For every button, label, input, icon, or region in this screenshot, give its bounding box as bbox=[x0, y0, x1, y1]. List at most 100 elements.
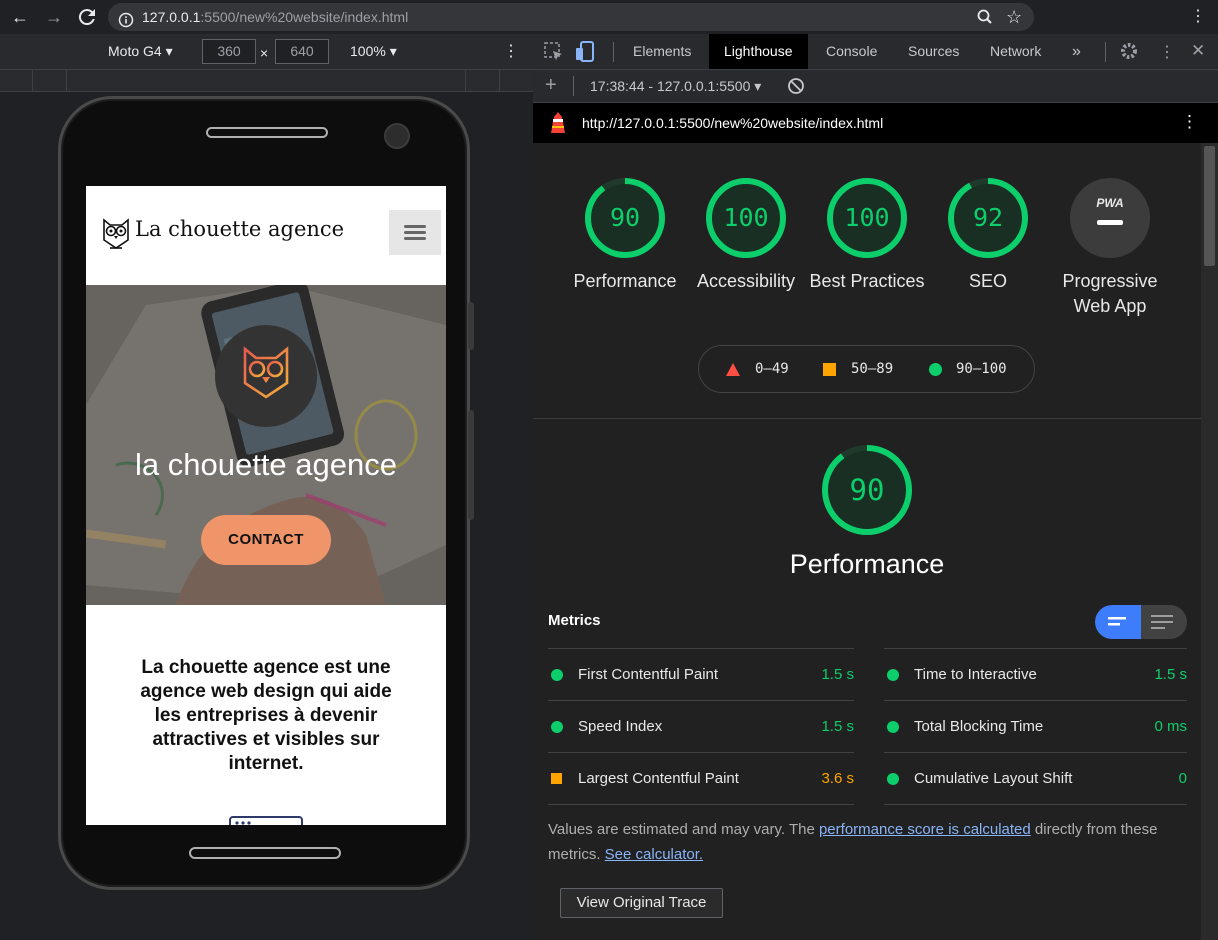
logo-text[interactable]: La chouette agence bbox=[135, 217, 344, 241]
metric-row: Cumulative Layout Shift 0 bbox=[884, 752, 1187, 804]
legend-average: 50–89 bbox=[851, 361, 894, 377]
category-label: SEO bbox=[968, 271, 1007, 291]
phone-side-button bbox=[468, 302, 474, 350]
metric-value: 1.5 s bbox=[1154, 666, 1187, 683]
metric-value: 0 ms bbox=[1154, 718, 1187, 735]
metrics-heading: Metrics bbox=[548, 612, 601, 629]
legend-pass: 90–100 bbox=[956, 361, 1007, 377]
settings-gear-icon[interactable] bbox=[1119, 40, 1139, 65]
intro-text: La chouette agence est une agence web de… bbox=[140, 657, 392, 774]
phone-speaker bbox=[206, 127, 328, 138]
tab-lighthouse[interactable]: Lighthouse bbox=[709, 34, 808, 69]
inspect-element-icon[interactable] bbox=[543, 41, 565, 66]
device-select[interactable]: Moto G4 ▾ bbox=[108, 43, 173, 60]
device-toggle-icon[interactable] bbox=[574, 40, 596, 67]
metric-label: Largest Contentful Paint bbox=[578, 770, 739, 787]
pass-circle-icon bbox=[887, 721, 899, 733]
category-gauge[interactable]: PWA bbox=[1070, 178, 1150, 258]
compact-view-button[interactable] bbox=[1095, 605, 1141, 639]
lighthouse-url-bar: http://127.0.0.1:5500/new%20website/inde… bbox=[533, 103, 1218, 143]
metrics-view-toggle[interactable] bbox=[1095, 605, 1187, 639]
metric-value: 3.6 s bbox=[821, 770, 854, 787]
category-score: 100 bbox=[723, 203, 769, 232]
report-select[interactable]: 17:38:44 - 127.0.0.1:5500 ▾ bbox=[590, 78, 761, 95]
performance-title: Performance bbox=[789, 549, 945, 579]
metric-label: Total Blocking Time bbox=[914, 718, 1044, 735]
metric-label: First Contentful Paint bbox=[578, 666, 719, 683]
reload-icon[interactable] bbox=[75, 5, 99, 29]
expanded-view-icon[interactable] bbox=[1151, 614, 1173, 630]
lighthouse-logo-icon bbox=[548, 111, 568, 138]
zoom-select[interactable]: 100% ▾ bbox=[350, 43, 397, 60]
new-report-icon[interactable]: + bbox=[545, 74, 557, 97]
devtools-more-icon[interactable]: ⋮ bbox=[1159, 42, 1175, 62]
metrics-note: Values are estimated and may vary. The p… bbox=[548, 821, 1158, 863]
clear-icon[interactable] bbox=[787, 77, 805, 98]
pass-circle-icon bbox=[887, 669, 899, 681]
fail-triangle-icon bbox=[726, 363, 740, 376]
category-score: 100 bbox=[844, 203, 890, 232]
report-scrollbar-thumb[interactable] bbox=[1204, 146, 1215, 266]
metric-label: Speed Index bbox=[578, 718, 663, 735]
height-input[interactable]: 640 bbox=[275, 39, 329, 64]
metric-value: 1.5 s bbox=[821, 666, 854, 683]
browser-window-icon bbox=[229, 816, 303, 825]
pass-circle-icon bbox=[929, 363, 942, 376]
score-legend: 0–49 50–89 90–100 bbox=[698, 345, 1035, 393]
back-icon[interactable]: ← bbox=[8, 5, 32, 29]
see-calculator-link[interactable]: See calculator. bbox=[605, 846, 703, 863]
forward-icon[interactable]: → bbox=[42, 5, 66, 29]
phone-home-button bbox=[189, 847, 341, 859]
category-label: Best Practices bbox=[809, 271, 925, 291]
lighthouse-toolbar: + 17:38:44 - 127.0.0.1:5500 ▾ bbox=[533, 70, 1218, 103]
address-url: 127.0.0.1:5500/new%20website/index.html bbox=[142, 9, 409, 25]
metric-row: First Contentful Paint 1.5 s bbox=[548, 648, 854, 700]
legend-fail: 0–49 bbox=[755, 361, 789, 377]
hero-owl-badge bbox=[215, 325, 317, 427]
width-input[interactable]: 360 bbox=[202, 39, 256, 64]
category-gauge[interactable]: 92 bbox=[948, 178, 1028, 258]
tab-network[interactable]: Network bbox=[990, 34, 1041, 69]
tab-console[interactable]: Console bbox=[826, 34, 877, 69]
category-gauge[interactable]: 90 bbox=[585, 178, 665, 258]
phone-volume-button bbox=[468, 410, 474, 520]
browser-chrome: ← → 127.0.0.1:5500/new%20website/index.h… bbox=[0, 0, 1218, 34]
category-score: 90 bbox=[609, 203, 641, 232]
average-square-icon bbox=[551, 773, 562, 784]
more-tabs-icon[interactable]: » bbox=[1072, 34, 1081, 69]
performance-score-large: 90 bbox=[849, 473, 885, 507]
category-label: Performance bbox=[573, 271, 677, 291]
category-gauge[interactable]: 100 bbox=[706, 178, 786, 258]
site-header: La chouette agence bbox=[86, 186, 446, 285]
device-toolbar: Moto G4 ▾ 360 × 640 100% ▾ ⋮ bbox=[0, 34, 533, 70]
report-menu-icon[interactable]: ⋮ bbox=[1181, 112, 1198, 132]
performance-gauge-large: 90 bbox=[821, 444, 913, 536]
view-trace-button[interactable]: View Original Trace bbox=[560, 888, 723, 918]
pass-circle-icon bbox=[551, 721, 563, 733]
metric-label: Time to Interactive bbox=[914, 666, 1037, 683]
category-score: 92 bbox=[972, 203, 1004, 232]
pass-circle-icon bbox=[887, 773, 899, 785]
metric-row: Time to Interactive 1.5 s bbox=[884, 648, 1187, 700]
device-more-icon[interactable]: ⋮ bbox=[503, 41, 519, 61]
pass-circle-icon bbox=[551, 669, 563, 681]
score-calculated-link[interactable]: performance score is calculated bbox=[819, 821, 1031, 838]
average-square-icon bbox=[823, 363, 836, 376]
category-gauge[interactable]: 100 bbox=[827, 178, 907, 258]
metric-row: Speed Index 1.5 s bbox=[548, 700, 854, 752]
owl-logo-icon[interactable] bbox=[100, 216, 132, 257]
dimension-separator: × bbox=[260, 45, 269, 61]
devtools-tabbar: Elements Lighthouse Console Sources Netw… bbox=[533, 34, 1218, 70]
close-icon[interactable]: ✕ bbox=[1191, 41, 1205, 61]
hamburger-menu-button[interactable] bbox=[389, 210, 441, 255]
chrome-menu-icon[interactable]: ⋮ bbox=[1186, 5, 1210, 29]
report-url[interactable]: http://127.0.0.1:5500/new%20website/inde… bbox=[582, 115, 883, 131]
category-label: Progressive Web App bbox=[1062, 271, 1158, 316]
contact-button[interactable]: CONTACT bbox=[201, 515, 331, 565]
metric-row: Total Blocking Time 0 ms bbox=[884, 700, 1187, 752]
tab-sources[interactable]: Sources bbox=[908, 34, 959, 69]
address-bar[interactable]: 127.0.0.1:5500/new%20website/index.html … bbox=[108, 3, 1034, 31]
bookmark-star-icon[interactable]: ☆ bbox=[1006, 3, 1022, 31]
info-icon[interactable] bbox=[118, 9, 134, 37]
tab-elements[interactable]: Elements bbox=[633, 34, 691, 69]
